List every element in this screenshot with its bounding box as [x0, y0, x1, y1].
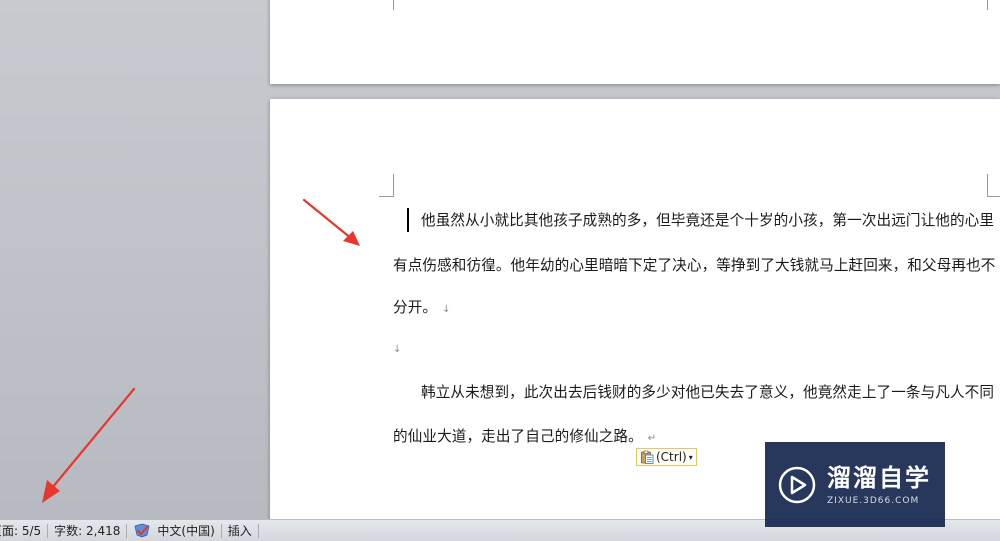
paragraph-mark: ↓ — [393, 344, 402, 355]
word-count-label: 字数: 2,418 — [54, 524, 121, 538]
insert-mode-label: 插入 — [227, 524, 252, 538]
text-line-content: 的仙业大道，走出了自己的修仙之路。 — [393, 428, 643, 445]
watermark-logo: 溜溜自学 ZIXUE.3D66.COM — [765, 442, 945, 527]
text-line-content: 他虽然从小就比其他孩子成熟的多，但毕竟还是个十岁的小孩，第一次出远门让他的心里 — [421, 212, 995, 229]
text-line[interactable]: 的仙业大道，走出了自己的修仙之路。 ↵ — [393, 425, 656, 446]
text-line[interactable]: 他虽然从小就比其他孩子成熟的多，但毕竟还是个十岁的小孩，第一次出远门让他的心里 — [421, 209, 994, 230]
language-indicator[interactable]: 中文(中国) — [127, 520, 220, 541]
language-label: 中文(中国) — [157, 524, 215, 538]
annotation-arrow-right — [302, 198, 360, 246]
annotation-arrow-down-left — [42, 387, 136, 503]
chevron-down-icon: ▾ — [688, 452, 693, 462]
watermark-title: 溜溜自学 — [827, 463, 931, 492]
text-cursor — [407, 208, 409, 232]
text-line[interactable]: ↓ — [393, 339, 401, 356]
insert-mode[interactable]: 插入 — [222, 520, 258, 541]
previous-page[interactable] — [270, 0, 1000, 84]
text-line-content: 分开。 — [393, 299, 438, 316]
page-count-label: 页面: 5/5 — [0, 524, 42, 538]
paste-options-label: (Ctrl) — [656, 450, 687, 464]
paragraph-mark: ↵ — [647, 433, 657, 444]
text-line[interactable]: 分开。 ↓ — [393, 296, 451, 317]
margin-mark-right — [987, 0, 989, 10]
paste-options-button[interactable]: (Ctrl) ▾ — [636, 448, 697, 466]
watermark-text: 溜溜自学 ZIXUE.3D66.COM — [827, 464, 931, 506]
paragraph-mark: ↓ — [442, 304, 451, 315]
text-line-content: 韩立从未想到，此次出去后钱财的多少对他已失去了意义，他竟然走上了一条与凡人不同 — [421, 384, 995, 401]
text-line-content: 有点伤感和彷徨。他年幼的心里暗暗下定了决心，等挣到了大钱就马上赶回来，和父母再也… — [393, 257, 996, 274]
paste-icon — [641, 450, 654, 464]
status-divider — [257, 523, 259, 538]
text-line[interactable]: 韩立从未想到，此次出去后钱财的多少对他已失去了意义，他竟然走上了一条与凡人不同 — [421, 381, 994, 402]
play-icon — [778, 466, 816, 503]
watermark-url: ZIXUE.3D66.COM — [827, 495, 920, 506]
margin-mark-top-right — [987, 174, 1000, 197]
page-count[interactable]: 页面: 5/5 — [0, 520, 47, 541]
proofing-icon — [134, 523, 150, 537]
margin-mark-left — [393, 0, 395, 10]
text-line[interactable]: 有点伤感和彷徨。他年幼的心里暗暗下定了决心，等挣到了大钱就马上赶回来，和父母再也… — [393, 254, 995, 275]
word-count[interactable]: 字数: 2,418 — [48, 520, 126, 541]
margin-mark-top-left — [379, 174, 394, 197]
